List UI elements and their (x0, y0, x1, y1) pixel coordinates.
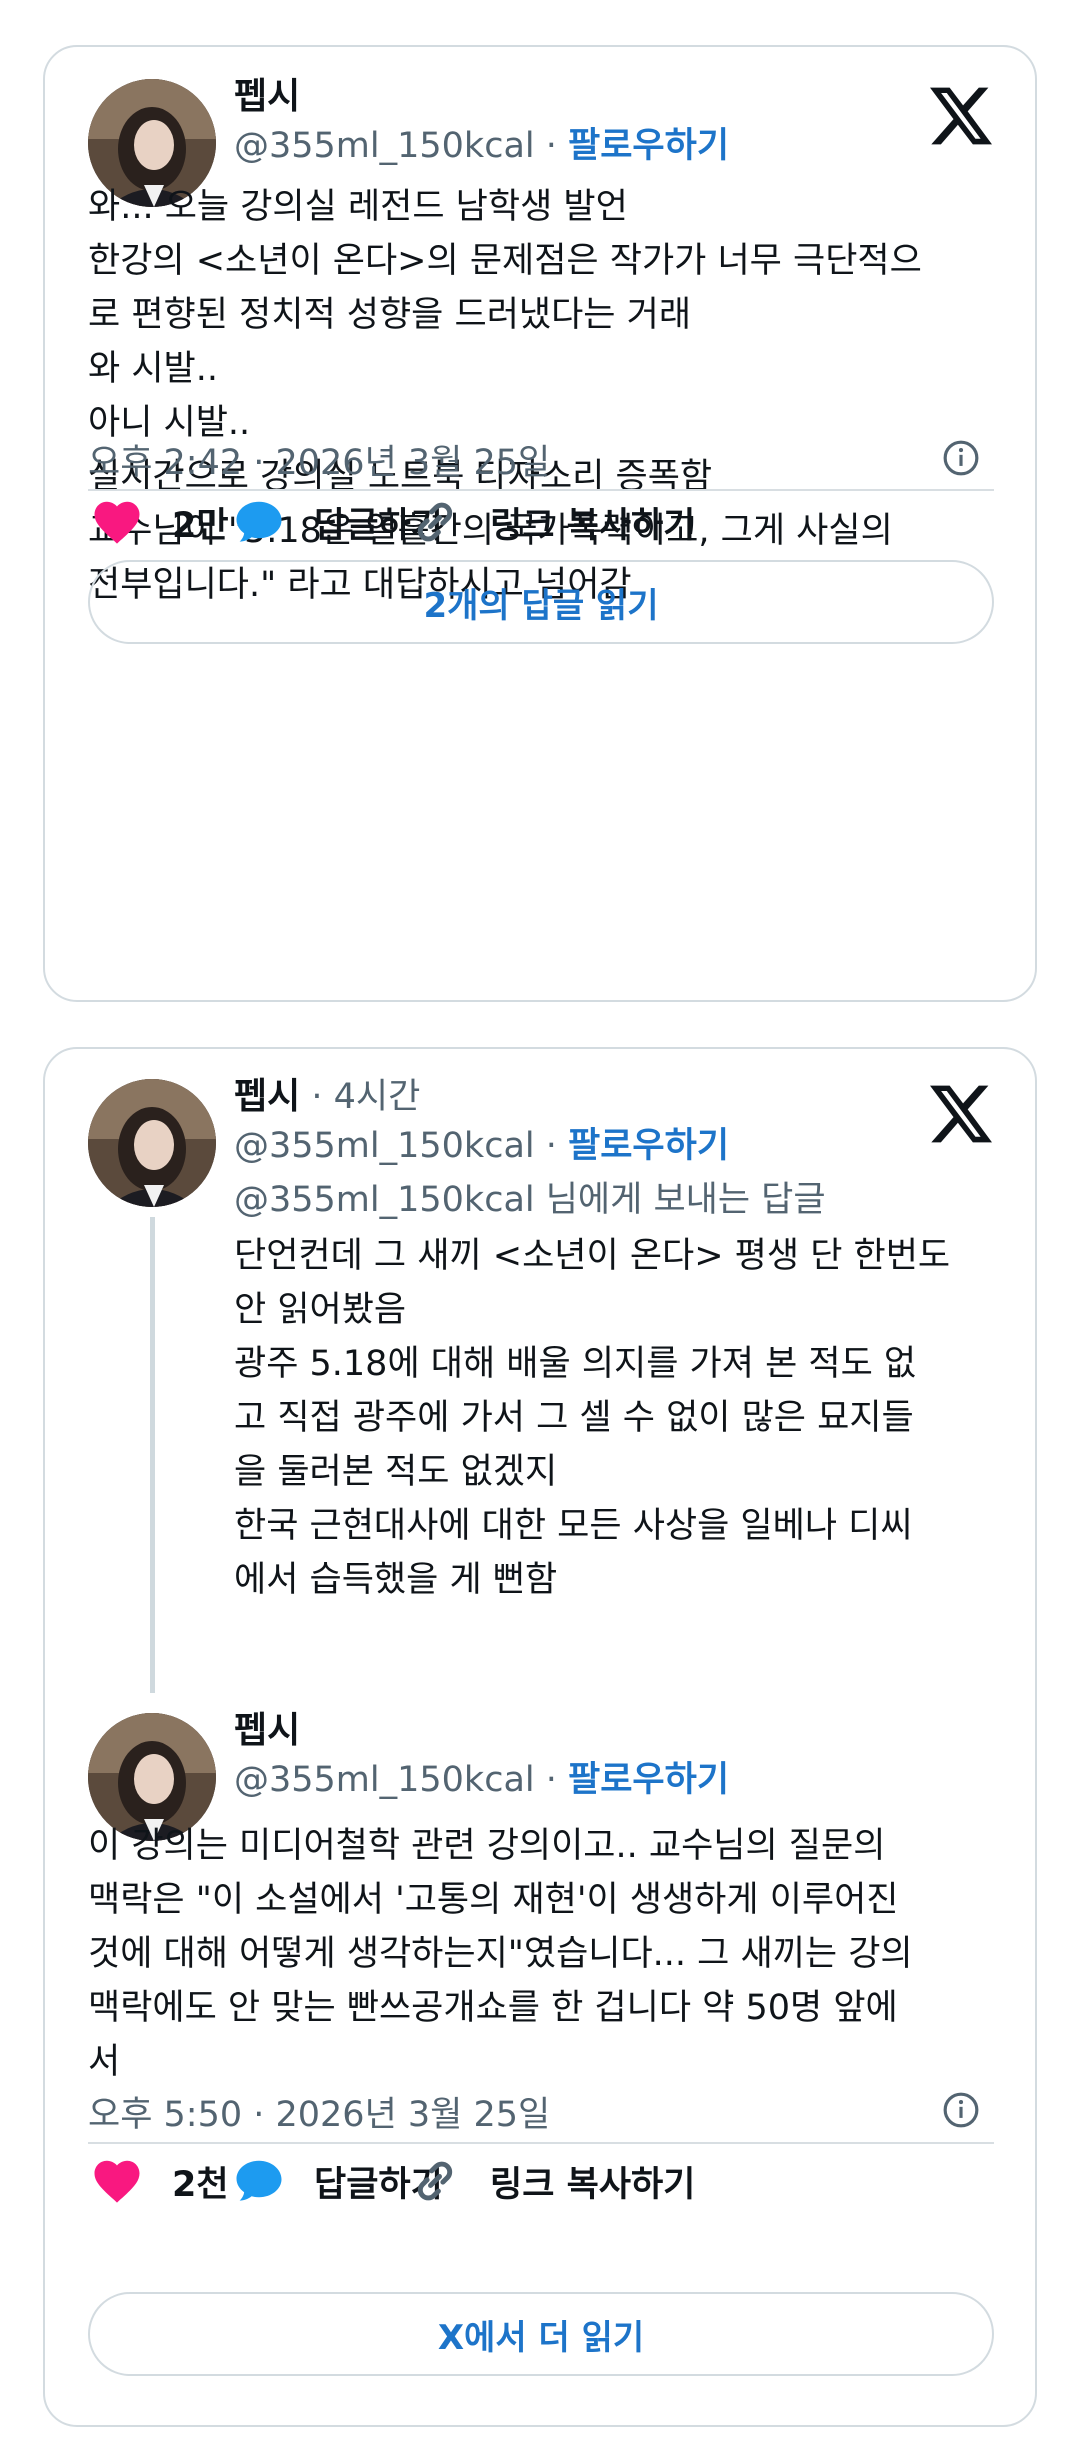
link-icon (417, 2161, 453, 2201)
like-count: 2천 (172, 2164, 229, 2205)
copy-link-label: 링크 복사하기 (490, 505, 696, 546)
follow-button[interactable]: 팔로우하기 (568, 126, 729, 166)
separator: · (534, 1126, 569, 1166)
tweet-card-2: 펩시 · 4시간 @355ml_150kcal · 팔로우하기 @355ml_1… (43, 1047, 1037, 2427)
reply-follow-button[interactable]: 팔로우하기 (568, 1126, 729, 1166)
tweet-card-1: 펩시 @355ml_150kcal · 팔로우하기 와... 오늘 강의실 레전… (43, 45, 1037, 1002)
divider (88, 2142, 994, 2144)
copy-link-button[interactable]: 링크 복사하기 (408, 492, 695, 552)
read-replies-button[interactable]: 2개의 답글 읽기 (88, 560, 994, 644)
copy-link-label: 링크 복사하기 (490, 2164, 696, 2205)
info-icon[interactable] (942, 2091, 980, 2129)
divider (88, 489, 994, 491)
heart-icon (94, 2160, 140, 2203)
main-display-name[interactable]: 펩시 (234, 1701, 300, 1753)
copy-link-button[interactable]: 링크 복사하기 (408, 2151, 695, 2211)
like-button[interactable]: 2만 (90, 492, 229, 552)
reply-header: 펩시 · 4시간 (234, 1067, 420, 1119)
like-button[interactable]: 2천 (90, 2151, 229, 2211)
speech-bubble-icon (236, 501, 282, 542)
info-icon[interactable] (942, 439, 980, 477)
reply-time[interactable]: · 4시간 (300, 1077, 420, 1117)
read-more-on-x-button[interactable]: X에서 더 읽기 (88, 2292, 994, 2376)
display-name[interactable]: 펩시 (234, 67, 300, 119)
speech-bubble-icon (236, 2160, 282, 2201)
main-follow-button[interactable]: 팔로우하기 (568, 1760, 729, 1800)
main-tweet-text: 이 강의는 미디어철학 관련 강의이고.. 교수님의 질문의 맥락은 "이 소설… (88, 1826, 913, 2082)
thread-connector (150, 1217, 155, 1693)
timestamp[interactable]: 오후 2:42 · 2026년 3월 25일 (88, 434, 550, 485)
main-handle-line: @355ml_150kcal · 팔로우하기 (234, 1751, 729, 1802)
like-count: 2만 (172, 505, 229, 546)
reply-display-name[interactable]: 펩시 (234, 1076, 300, 1117)
handle-line: @355ml_150kcal · 팔로우하기 (234, 117, 729, 168)
x-logo-icon[interactable] (930, 87, 992, 145)
main-timestamp[interactable]: 오후 5:50 · 2026년 3월 25일 (88, 2086, 550, 2137)
link-icon (417, 502, 453, 542)
replying-to[interactable]: @355ml_150kcal 님에게 보내는 답글 (234, 1171, 826, 1222)
handle[interactable]: @355ml_150kcal (234, 126, 535, 166)
separator: · (534, 126, 569, 166)
separator: · (534, 1760, 569, 1800)
action-bar: 2만 답글하기 링크 복사하기 (90, 492, 990, 552)
x-logo-icon[interactable] (930, 1085, 992, 1143)
reply-avatar[interactable] (88, 1079, 216, 1207)
reply-handle[interactable]: @355ml_150kcal (234, 1126, 535, 1166)
main-handle[interactable]: @355ml_150kcal (234, 1760, 535, 1800)
reply-text: 단언컨데 그 새끼 <소년이 온다> 평생 단 한번도 안 읽어봤음 광주 5.… (234, 1236, 951, 1600)
main-action-bar: 2천 답글하기 링크 복사하기 (90, 2151, 990, 2211)
heart-icon (94, 501, 140, 544)
reply-handle-line: @355ml_150kcal · 팔로우하기 (234, 1117, 729, 1168)
